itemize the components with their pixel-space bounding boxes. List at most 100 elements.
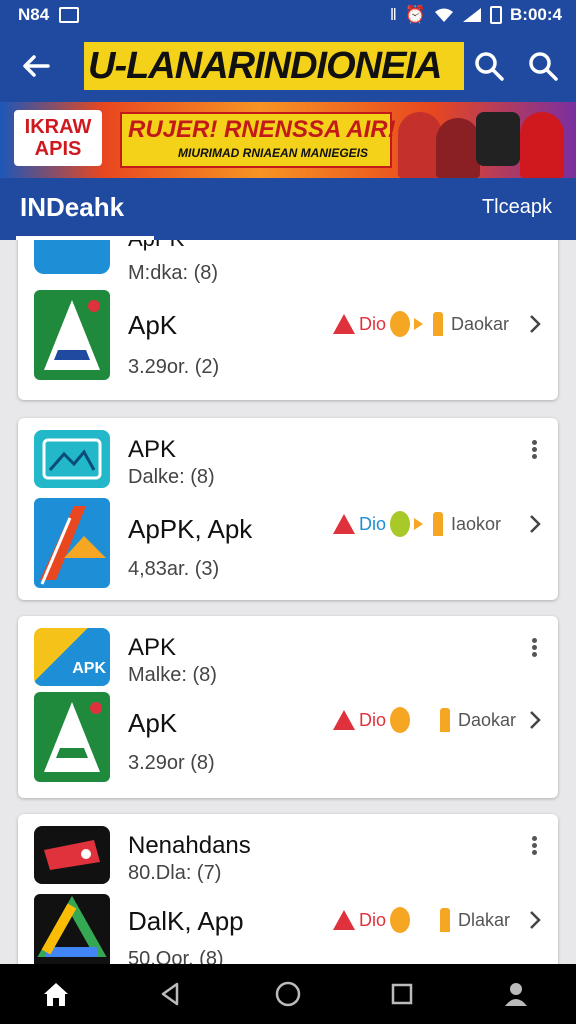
warning-icon (333, 514, 355, 534)
status-carrier: N84 (18, 5, 50, 24)
app-size: 3.29or (8) (128, 752, 215, 774)
drive-icon (37, 895, 107, 957)
card-subtitle: Malke: (8) (128, 664, 217, 686)
status-bar: N84 ‖ ⏰ B:00:4 (0, 0, 576, 30)
battery-icon (490, 6, 503, 24)
home-circle-icon[interactable] (272, 978, 304, 1010)
card-title: APK (128, 634, 177, 661)
play-icon (414, 318, 424, 330)
card-actions: Dio Daokar (333, 704, 516, 736)
app-card[interactable]: Nenahdans 80.Dla: (7) DalK, App 50.Qor. … (18, 814, 558, 964)
banner-person-3 (520, 112, 564, 178)
system-nav-bar (0, 964, 576, 1024)
signal-icon (463, 8, 482, 22)
tab-bar: INDeahk Tlceapk (0, 178, 576, 240)
a-logo-icon (44, 702, 102, 772)
more-options-icon[interactable] (524, 636, 544, 658)
app-icon (34, 894, 110, 964)
app-size: 50.Qor. (8) (128, 948, 224, 964)
back-nav-icon[interactable] (155, 978, 187, 1010)
card-title: ApPK (128, 240, 184, 252)
profile-icon[interactable] (500, 978, 532, 1010)
banner-text-box: RUJER! RNENSSA AIR! MIURIMAD RNIAEAN MAN… (120, 112, 396, 168)
card-subtitle: Dalke: (8) (128, 466, 215, 488)
card-actions: Dio Iaokor (333, 508, 501, 540)
chevron-right-icon[interactable] (528, 314, 542, 334)
card-actions: Dio Dlakar (333, 904, 510, 936)
orange-dot-icon (390, 707, 411, 733)
warning-icon (333, 710, 355, 730)
alarm-icon: ⏰ (404, 5, 427, 24)
more-options-icon[interactable] (524, 834, 544, 856)
app-size: 3.29or. (2) (128, 356, 220, 378)
more-options-icon[interactable] (524, 438, 544, 460)
a-logo-icon (44, 300, 100, 370)
banner-logo-line1: IKRAW (24, 116, 92, 138)
app-card[interactable]: ApPK M:dka: (8) ApK 3.29or. (2) Dio Daok… (18, 240, 558, 400)
card-subtitle: 80.Dla: (7) (128, 862, 222, 884)
app-icon (34, 692, 110, 782)
video-icon (44, 840, 100, 870)
download-bar-icon (433, 312, 444, 336)
app-icon (34, 498, 110, 588)
app-icon-small (34, 826, 110, 884)
card-actions: Dio Daokar (333, 308, 509, 340)
app-bar: U-LANARINDIONEIA (0, 30, 576, 102)
app-card[interactable]: APK Dalke: (8) ApPK, Apk 4,83ar. (3) Dio… (18, 418, 558, 600)
app-name: DalK, App (128, 906, 244, 936)
dio-label: Dio (359, 513, 387, 534)
banner-person-2 (436, 118, 480, 178)
banner-headline: RUJER! RNENSSA AIR! (128, 116, 396, 143)
play-icon (414, 518, 424, 530)
download-label[interactable]: Daokar (458, 710, 516, 731)
download-label[interactable]: Daokar (451, 314, 509, 335)
app-list[interactable]: ApPK M:dka: (8) ApK 3.29or. (2) Dio Daok… (0, 240, 576, 964)
orange-dot-icon (390, 511, 411, 537)
warning-icon (333, 314, 355, 334)
app-name: ApK (128, 310, 178, 340)
warning-icon (333, 910, 355, 930)
back-arrow-icon[interactable] (20, 50, 52, 82)
app-name: ApPK, Apk (128, 514, 253, 544)
download-label[interactable]: Iaokor (451, 514, 501, 535)
tab-left[interactable]: INDeahk (20, 192, 124, 223)
app-icon-partial (34, 240, 110, 274)
image-icon (42, 438, 102, 480)
app-name: ApK (128, 708, 178, 738)
dio-label: Dio (359, 909, 387, 930)
chevron-right-icon[interactable] (528, 910, 542, 930)
home-icon[interactable] (40, 978, 72, 1010)
a-logo-icon (40, 506, 106, 585)
chevron-right-icon[interactable] (528, 710, 542, 730)
dio-label: Dio (359, 313, 387, 334)
card-title: Nenahdans (128, 832, 251, 859)
banner-logo-line2: APIS (34, 138, 82, 160)
orange-dot-icon (390, 311, 411, 337)
app-icon-small (34, 430, 110, 488)
banner-subline: MIURIMAD RNIAEAN MANIEGEIS (178, 146, 369, 160)
app-icon-small: APK (34, 628, 110, 686)
orange-dot-icon (390, 907, 411, 933)
download-bar-icon (433, 512, 444, 536)
app-size: 4,83ar. (3) (128, 558, 220, 580)
image-notification-icon (59, 7, 80, 23)
tab-right[interactable]: Tlceapk (482, 196, 552, 219)
search-icon[interactable] (473, 50, 505, 82)
download-bar-icon (440, 708, 451, 732)
banner-logo: IKRAW APIS (14, 110, 102, 166)
card-title: APK (128, 436, 177, 463)
download-bar-icon (440, 908, 451, 932)
card-subtitle: M:dka: (8) (128, 262, 219, 284)
vibrate-icon: ‖ (389, 5, 397, 24)
app-title: U-LANARINDIONEIA (84, 42, 464, 90)
recents-icon[interactable] (386, 978, 418, 1010)
apk-badge: APK (72, 660, 106, 677)
search-icon-secondary[interactable] (527, 50, 559, 82)
promo-banner[interactable]: IKRAW APIS RUJER! RNENSSA AIR! MIURIMAD … (0, 102, 576, 178)
chevron-right-icon[interactable] (528, 514, 542, 534)
banner-flag-badge (476, 112, 520, 166)
download-label[interactable]: Dlakar (458, 910, 510, 931)
app-icon (34, 290, 110, 380)
dio-label: Dio (359, 709, 387, 730)
app-card[interactable]: APK APK Malke: (8) ApK 3.29or (8) Dio Da… (18, 616, 558, 798)
